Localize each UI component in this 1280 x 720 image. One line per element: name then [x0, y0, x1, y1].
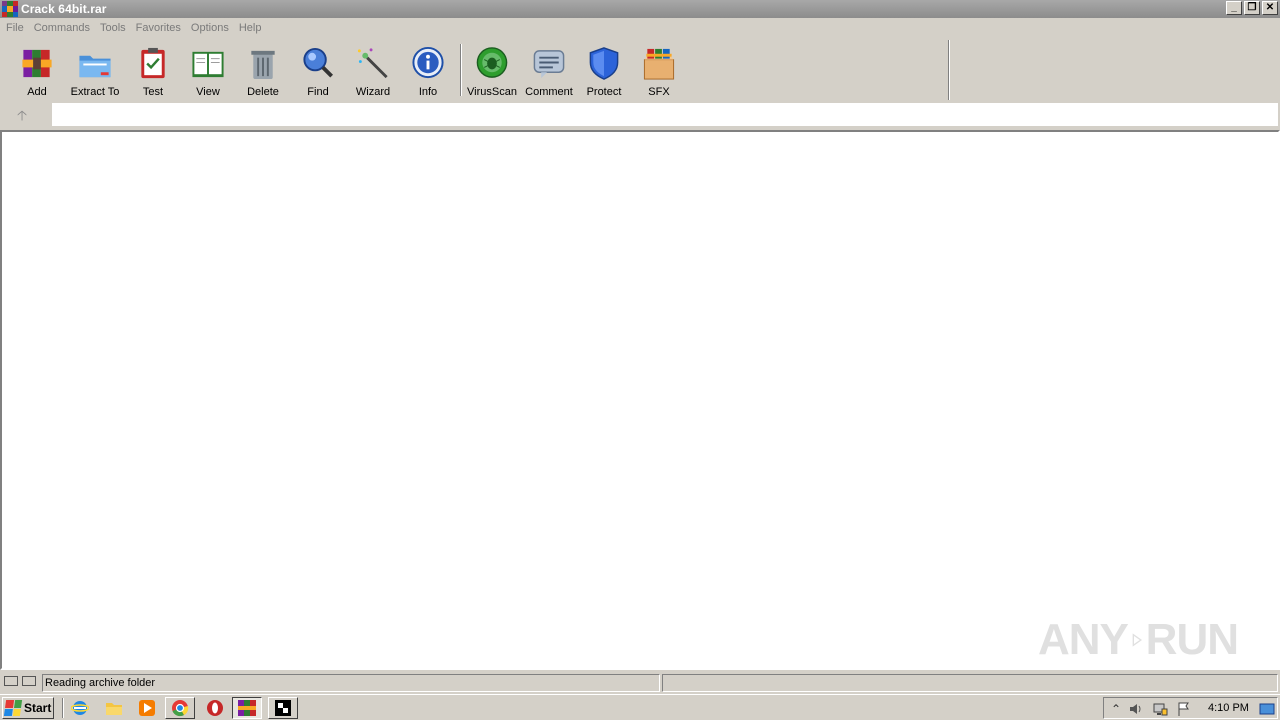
winrar-window: { "window": { "title": "Crack 64bit.rar"… [0, 0, 1280, 720]
menu-commands[interactable]: Commands [29, 22, 95, 34]
view-label: View [196, 86, 220, 98]
file-list-pane[interactable] [0, 130, 1280, 670]
extract-folder-icon [79, 55, 111, 78]
window-title: Crack 64bit.rar [21, 2, 107, 16]
start-label: Start [24, 701, 52, 715]
status-text: Reading archive folder [42, 674, 660, 692]
app-task[interactable] [268, 697, 298, 719]
comment-button[interactable]: Comment [519, 46, 579, 98]
mediaplayer-quicklaunch[interactable] [137, 699, 157, 717]
winrar-task-icon [238, 700, 256, 716]
virus-bug-icon [476, 47, 508, 78]
opera-icon [207, 700, 223, 716]
menu-bar: File Commands Tools Favorites Options He… [0, 18, 1280, 38]
windows-logo-icon [3, 700, 23, 716]
add-label: Add [27, 86, 47, 98]
status-bar: Reading archive folder [0, 673, 1280, 693]
system-tray: ⌃ 4:10 PM [1103, 697, 1278, 719]
watermark-left: ANY [1038, 615, 1129, 664]
wizard-label: Wizard [355, 86, 391, 98]
add-archive-icon [22, 49, 52, 78]
watermark-right: RUN [1145, 615, 1239, 664]
find-button[interactable]: Find [288, 46, 348, 98]
info-label: Info [418, 86, 438, 98]
minimize-button[interactable]: _ [1226, 1, 1242, 15]
clock[interactable]: 4:10 PM [1208, 702, 1249, 714]
chrome-task[interactable] [165, 697, 195, 719]
start-button[interactable]: Start [2, 697, 54, 719]
shield-icon [589, 47, 619, 80]
media-player-icon [139, 700, 155, 716]
wizard-button[interactable]: Wizard [343, 46, 403, 98]
internet-explorer-icon [71, 701, 89, 715]
protect-label: Protect [586, 86, 622, 98]
title-bar[interactable]: Crack 64bit.rar _ ❐ ✕ [0, 0, 1280, 18]
comment-label: Comment [525, 86, 573, 98]
menu-options[interactable]: Options [186, 22, 234, 34]
add-button[interactable]: Add [7, 46, 67, 98]
sfx-button[interactable]: SFX [629, 46, 689, 98]
test-clipboard-icon [141, 47, 165, 79]
up-folder-icon[interactable]: 🡡 [13, 106, 31, 124]
extract-to-button[interactable]: Extract To [65, 46, 125, 98]
toolbar: Add Extract To Test View Delete Find Wiz… [0, 40, 950, 100]
chrome-icon [172, 700, 189, 717]
winrar-app-icon [2, 1, 18, 17]
view-button[interactable]: View [178, 46, 238, 98]
virusscan-label: VirusScan [467, 86, 517, 98]
app-window-icon [275, 700, 291, 716]
find-label: Find [307, 86, 329, 98]
tray-expand-icon[interactable]: ⌃ [1108, 701, 1124, 717]
restore-button[interactable]: ❐ [1244, 1, 1260, 15]
opera-quicklaunch[interactable] [205, 699, 225, 717]
network-icon[interactable] [1152, 701, 1168, 717]
trash-icon [251, 50, 275, 80]
address-row: 🡡 [0, 102, 1280, 127]
action-center-flag-icon[interactable] [1176, 701, 1192, 717]
menu-file[interactable]: File [0, 22, 29, 34]
comment-bubble-icon [533, 50, 565, 79]
menu-favorites[interactable]: Favorites [131, 22, 186, 34]
magnifier-icon [303, 47, 333, 78]
ie-quicklaunch[interactable] [70, 699, 90, 717]
sfx-label: SFX [648, 86, 670, 98]
info-button[interactable]: Info [398, 46, 458, 98]
delete-label: Delete [247, 86, 279, 98]
protect-button[interactable]: Protect [574, 46, 634, 98]
magic-wand-icon [357, 48, 388, 79]
explorer-quicklaunch[interactable] [104, 699, 124, 717]
menu-help[interactable]: Help [234, 22, 267, 34]
toolbar-end-divider [948, 40, 950, 100]
close-button[interactable]: ✕ [1262, 1, 1278, 15]
status-right-cell [662, 674, 1278, 692]
play-logo-icon [1132, 633, 1142, 647]
info-icon [412, 46, 444, 79]
anyrun-watermark: ANY RUN [1038, 610, 1239, 670]
test-button[interactable]: Test [123, 46, 183, 98]
view-book-icon [192, 51, 224, 78]
volume-icon[interactable] [1128, 701, 1144, 717]
key-icon [22, 676, 36, 686]
extract-to-label: Extract To [70, 86, 120, 98]
delete-button[interactable]: Delete [233, 46, 293, 98]
menu-tools[interactable]: Tools [95, 22, 131, 34]
show-desktop-icon[interactable] [1259, 701, 1275, 717]
sfx-box-icon [643, 48, 675, 80]
test-label: Test [142, 86, 164, 98]
virusscan-button[interactable]: VirusScan [462, 46, 522, 98]
winrar-task[interactable] [232, 697, 262, 719]
quicklaunch-separator [62, 698, 64, 718]
address-field[interactable] [52, 103, 1278, 126]
taskbar: Start ⌃ 4:10 PM [0, 694, 1280, 720]
drive-icon [4, 676, 18, 686]
folder-icon [106, 703, 122, 715]
